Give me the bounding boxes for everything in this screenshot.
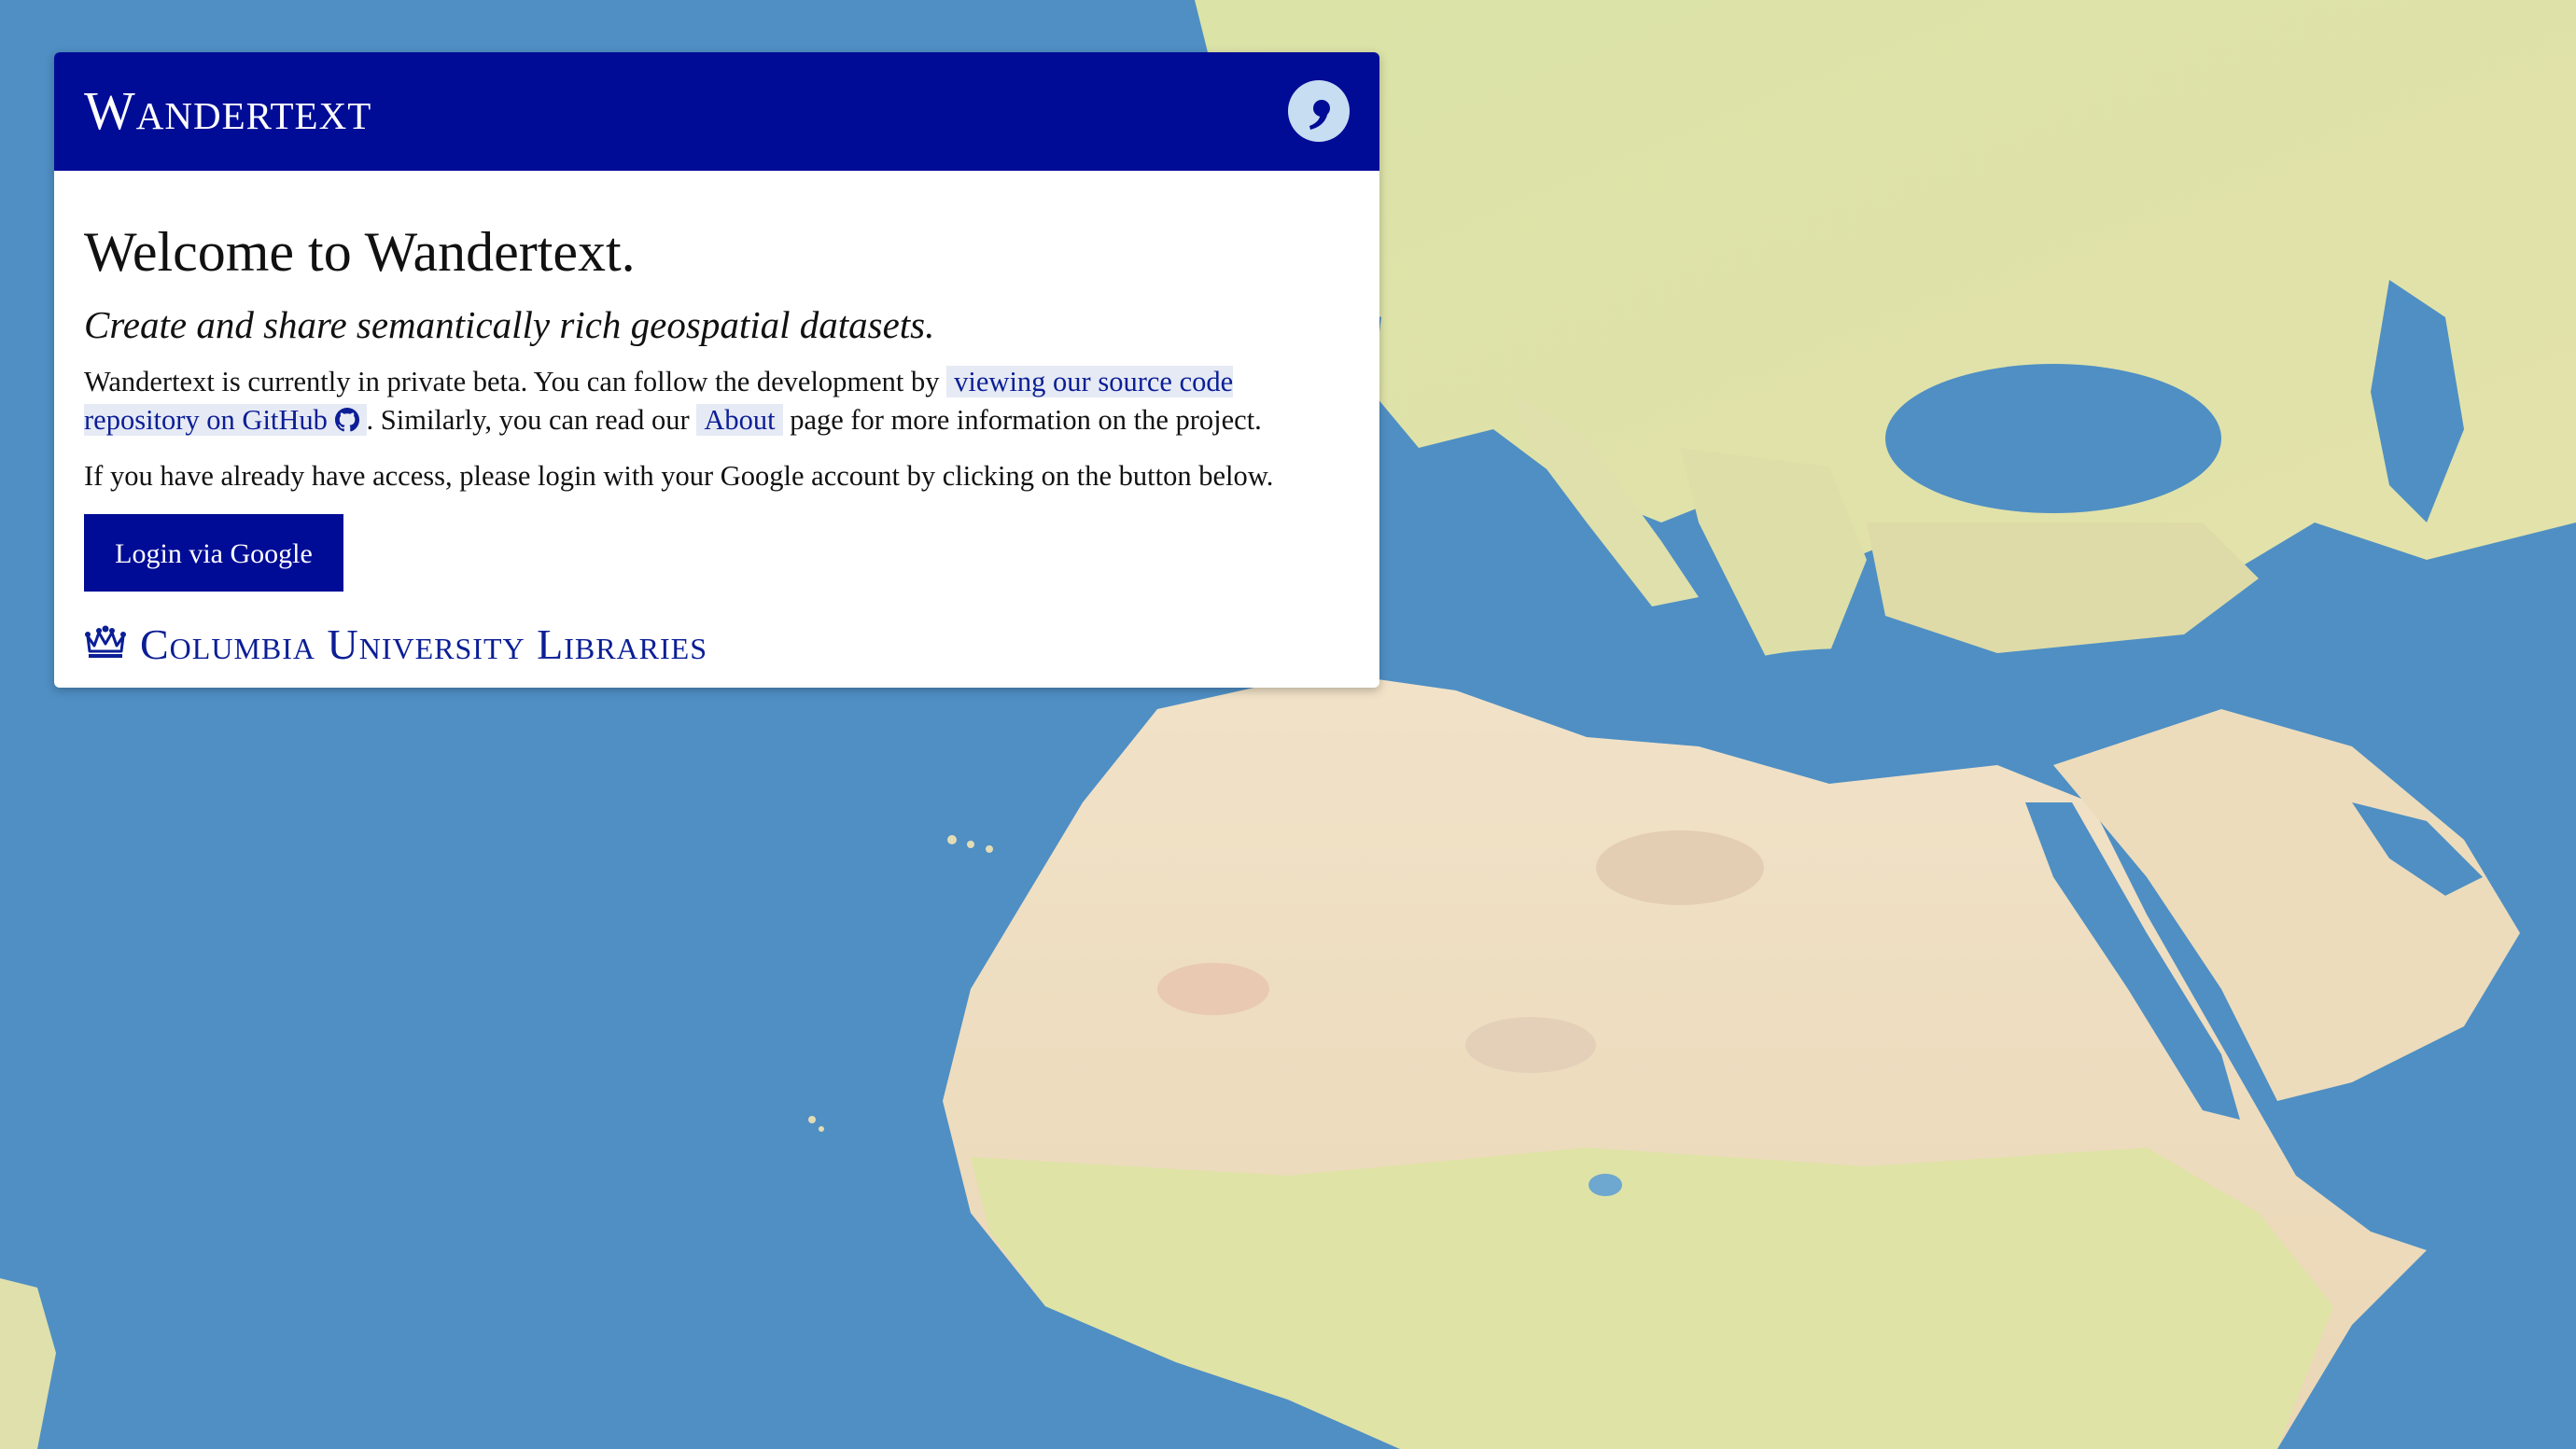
beta-text-2: . Similarly, you can read our xyxy=(366,404,697,436)
beta-paragraph: Wandertext is currently in private beta.… xyxy=(84,363,1350,442)
tagline: Create and share semantically rich geosp… xyxy=(84,303,935,346)
institution-name: Columbia University Libraries xyxy=(140,620,707,668)
beta-text-3: page for more information on the project… xyxy=(782,404,1262,436)
columbia-logo[interactable]: Columbia University Libraries xyxy=(84,620,1350,669)
access-paragraph: If you have already have access, please … xyxy=(84,460,1274,492)
about-link[interactable]: About xyxy=(696,404,783,436)
github-icon xyxy=(334,404,359,442)
panel-body: Welcome to Wandertext. Create and share … xyxy=(54,171,1379,669)
login-google-button[interactable]: Login via Google xyxy=(84,514,343,592)
page-title: Welcome to Wandertext. xyxy=(84,221,636,283)
beta-text-1: Wandertext is currently in private beta.… xyxy=(84,366,947,397)
panel-header: Wandertext xyxy=(54,52,1379,171)
quote-mark-icon[interactable] xyxy=(1288,80,1350,142)
app-brand[interactable]: Wandertext xyxy=(84,78,371,144)
crown-icon xyxy=(84,625,127,664)
welcome-panel: Wandertext Welcome to Wandertext. Create… xyxy=(54,52,1379,688)
